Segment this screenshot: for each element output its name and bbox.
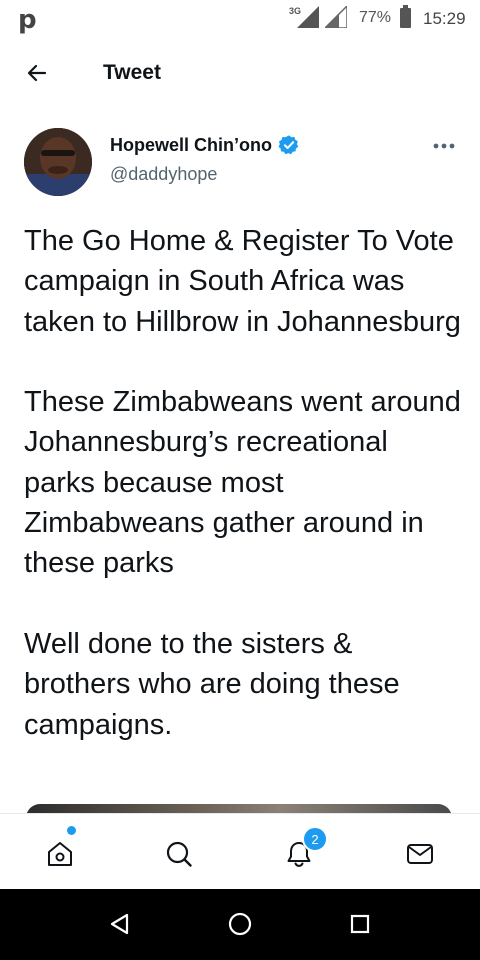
back-button[interactable]: [20, 56, 54, 90]
home-unread-dot: [67, 826, 76, 835]
avatar-image: [24, 128, 92, 196]
battery-icon: [400, 5, 411, 28]
nav-home[interactable]: [38, 832, 82, 876]
status-bar: p 3G 77% 15:29: [0, 0, 480, 36]
triangle-back-icon: [110, 913, 129, 935]
system-recents-button[interactable]: [345, 909, 375, 939]
signal-icon: [297, 6, 319, 28]
author-name: Hopewell Chin’ono: [110, 134, 272, 155]
verified-badge-icon: [278, 135, 299, 155]
tweet-paragraph: Well done to the sisters & brothers who …: [24, 627, 400, 741]
notifications-badge: 2: [302, 826, 328, 852]
signal-icon-2: [325, 6, 347, 28]
messages-icon: [407, 844, 433, 864]
clock: 15:29: [423, 9, 466, 28]
system-home-button[interactable]: [225, 909, 255, 939]
author-handle: @daddyhope: [110, 164, 218, 184]
nav-search[interactable]: [157, 832, 201, 876]
author-name-row[interactable]: Hopewell Chin’ono: [110, 134, 300, 156]
nav-messages[interactable]: [398, 832, 442, 876]
tweet-paragraph: The Go Home & Register To Vote campaign …: [24, 225, 461, 338]
battery-percent: 77%: [359, 9, 392, 26]
search-icon: [166, 841, 192, 867]
tweet-paragraph: These Zimbabweans went around Johannesbu…: [24, 386, 461, 580]
top-bar: Tweet: [0, 44, 480, 100]
app-notification-icon: p: [18, 5, 37, 35]
system-back-button[interactable]: [105, 909, 135, 939]
circle-home-icon: [228, 912, 252, 936]
tweet-text: The Go Home & Register To Vote campaign …: [24, 221, 464, 745]
back-arrow-icon: [27, 64, 47, 82]
page-title: Tweet: [103, 61, 161, 84]
more-options-icon[interactable]: [430, 136, 458, 156]
home-icon: [48, 842, 72, 866]
avatar[interactable]: [24, 128, 92, 196]
bottom-nav: 2: [0, 813, 480, 890]
system-nav-bar: [0, 889, 480, 960]
square-recents-icon: [350, 914, 370, 934]
tweet-author: Hopewell Chin’ono @daddyhope: [0, 124, 480, 204]
